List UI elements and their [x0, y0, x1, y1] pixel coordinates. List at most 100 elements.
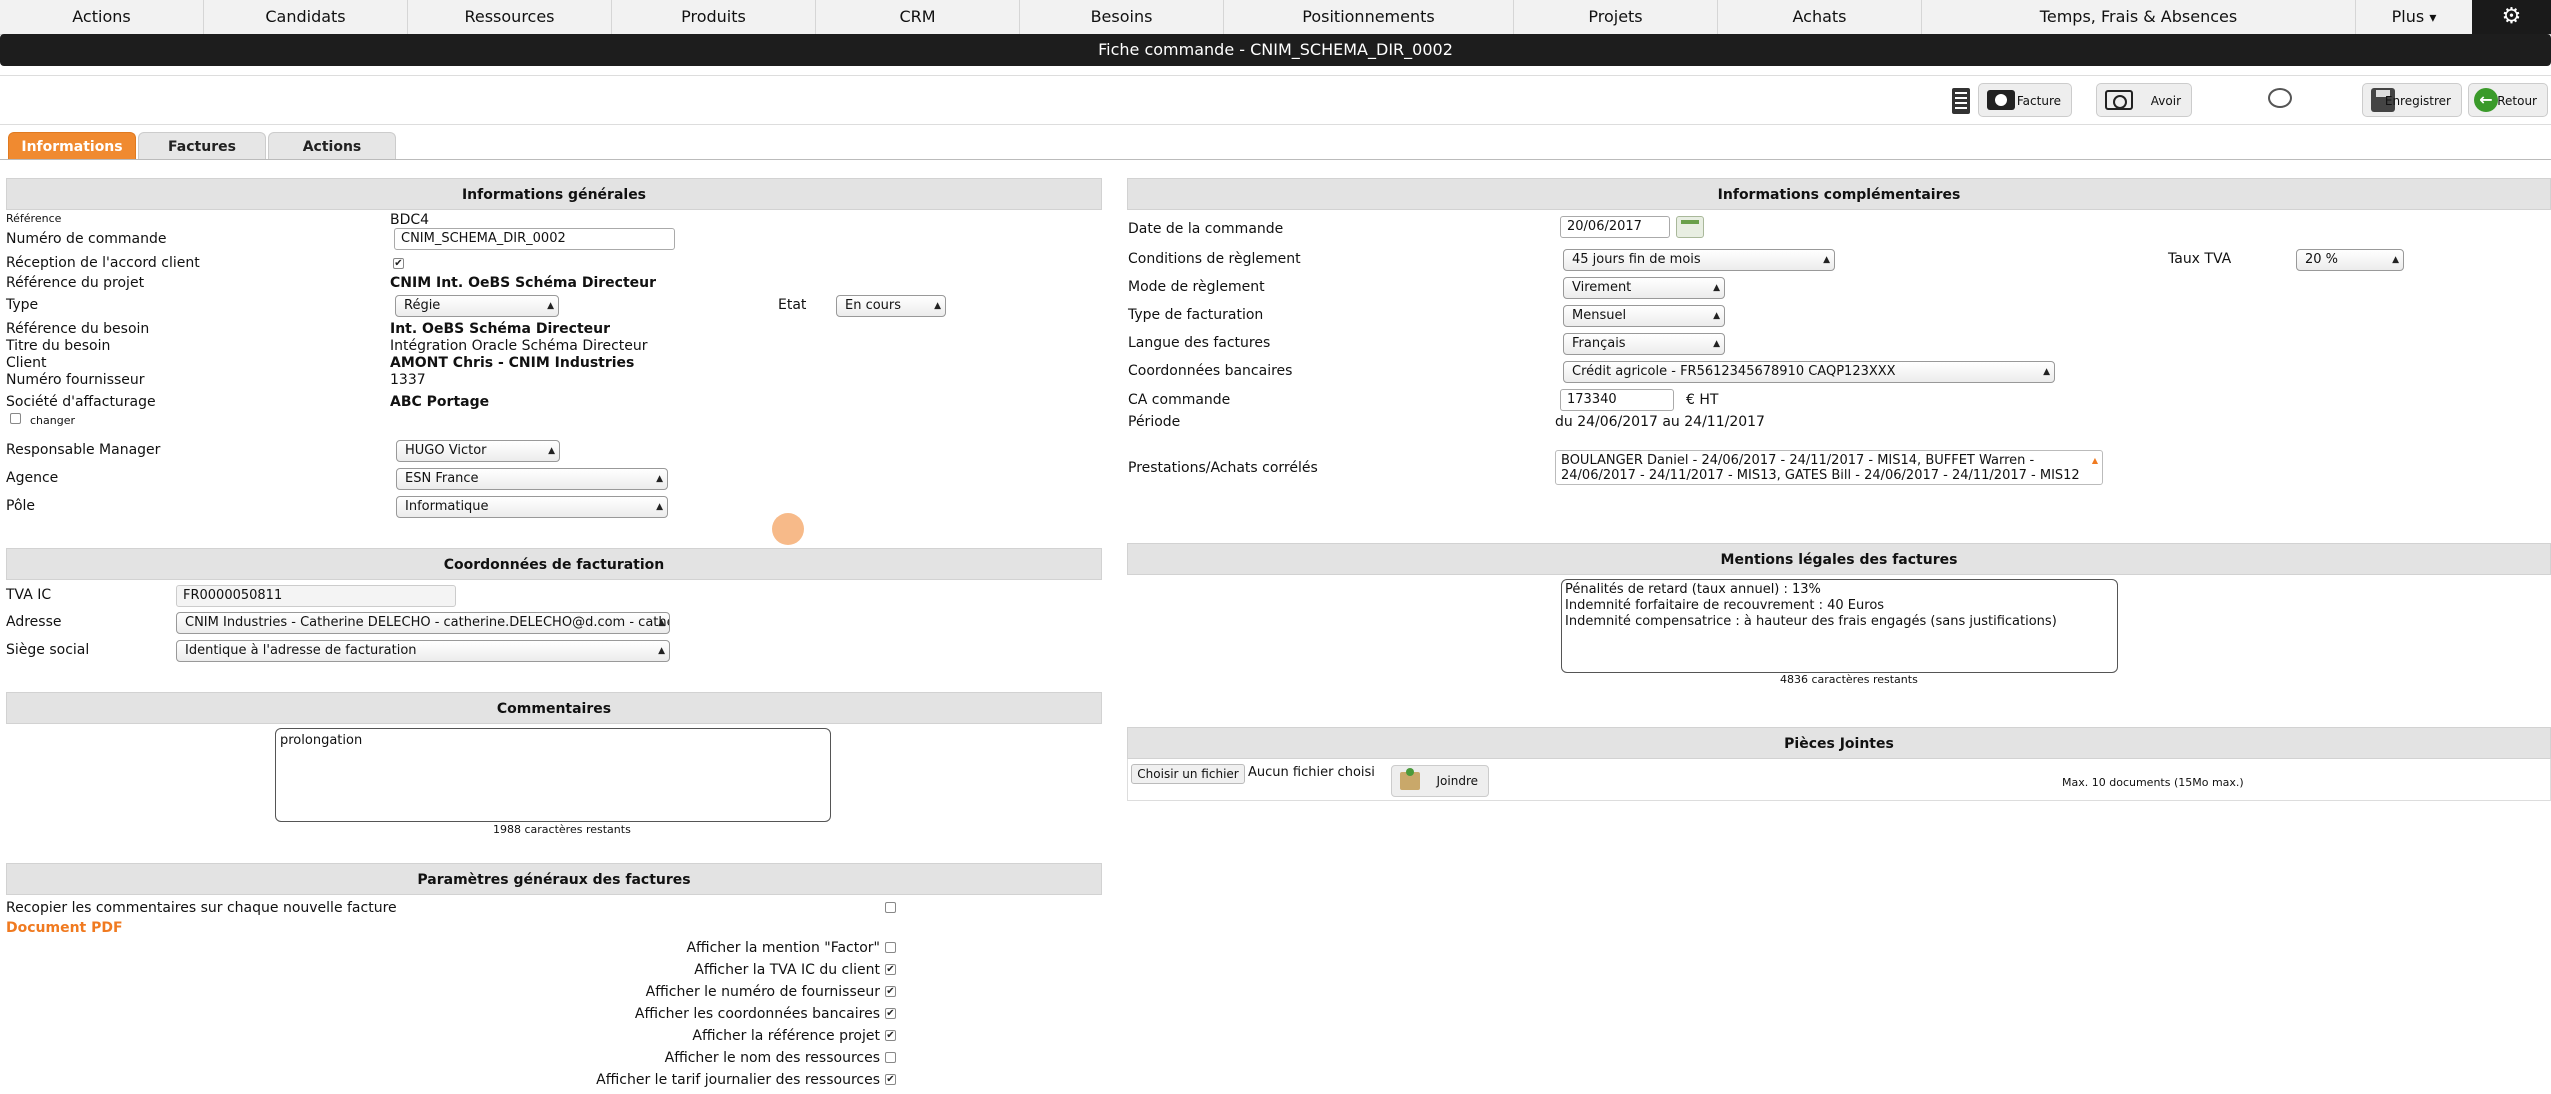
select-arrows-icon: ▲ — [658, 618, 665, 628]
client-value[interactable]: AMONT Chris - CNIM Industries — [390, 355, 634, 371]
conditions-select[interactable]: 45 jours fin de mois ▲ — [1563, 249, 1835, 271]
reception-accord-checkbox[interactable]: ✔ — [393, 258, 404, 269]
coord-bancaires-label: Coordonnées bancaires — [1128, 363, 1293, 379]
etat-select[interactable]: En cours ▲ — [836, 295, 946, 317]
top-nav: Actions Candidats Ressources Produits CR… — [0, 0, 2551, 35]
refund-icon — [2105, 90, 2133, 110]
back-arrow-icon: ← — [2474, 88, 2498, 112]
taux-tva-select[interactable]: 20 % ▲ — [2296, 249, 2404, 271]
mentions-section-header: Mentions légales des factures — [1127, 543, 2551, 575]
tab-actions[interactable]: Actions — [268, 132, 396, 160]
calendar-icon[interactable] — [1676, 216, 1704, 238]
nav-produits[interactable]: Produits — [612, 0, 816, 34]
ref-besoin-label: Référence du besoin — [6, 321, 150, 337]
no-file-label: Aucun fichier choisi — [1248, 765, 1375, 780]
select-arrows-icon: ▲ — [2091, 456, 2098, 465]
nav-plus[interactable]: Plus ▾ — [2356, 0, 2472, 34]
select-arrows-icon: ▲ — [1823, 255, 1830, 265]
nav-besoins[interactable]: Besoins — [1020, 0, 1224, 34]
facture-label: Facture — [2016, 94, 2061, 108]
tab-divider — [0, 159, 2551, 160]
prestations-multiselect[interactable]: BOULANGER Daniel - 24/06/2017 - 24/11/20… — [1555, 450, 2103, 485]
recopier-checkbox[interactable] — [885, 902, 896, 913]
pole-label: Pôle — [6, 498, 36, 514]
ref-besoin-value[interactable]: Int. OeBS Schéma Directeur — [390, 321, 610, 337]
tva-ic-input[interactable]: FR0000050811 — [176, 585, 456, 607]
numero-commande-input[interactable]: CNIM_SCHEMA_DIR_0002 — [394, 228, 675, 250]
option-tarif-label: Afficher le tarif journalier des ressour… — [596, 1072, 880, 1088]
titre-besoin-label: Titre du besoin — [6, 338, 111, 354]
ref-projet-value[interactable]: CNIM Int. OeBS Schéma Directeur — [390, 275, 656, 291]
general-section-header: Informations générales — [6, 178, 1102, 210]
option-fournisseur-label: Afficher le numéro de fournisseur — [645, 984, 880, 1000]
calculator-icon[interactable] — [1952, 88, 1970, 114]
reception-accord-label: Réception de l'accord client — [6, 255, 200, 271]
avoir-button[interactable]: Avoir — [2096, 83, 2192, 117]
option-tva-checkbox[interactable]: ✔ — [885, 964, 896, 975]
joindre-label: Joindre — [1436, 774, 1479, 788]
gear-icon[interactable]: ⚙ — [2472, 0, 2551, 34]
agence-select[interactable]: ESN France ▲ — [396, 468, 668, 490]
siege-social-select[interactable]: Identique à l'adresse de facturation ▲ — [176, 640, 670, 662]
siege-social-select-value: Identique à l'adresse de facturation — [185, 643, 417, 658]
chevron-down-icon: ▾ — [2429, 10, 2437, 26]
ca-commande-input[interactable]: 173340 — [1560, 389, 1674, 411]
nav-candidats[interactable]: Candidats — [204, 0, 408, 34]
pole-select-value: Informatique — [405, 499, 489, 514]
coord-bancaires-select-value: Crédit agricole - FR5612345678910 CAQP12… — [1572, 364, 1896, 379]
prestations-value: BOULANGER Daniel - 24/06/2017 - 24/11/20… — [1561, 453, 2080, 483]
option-coordonnees-checkbox[interactable]: ✔ — [885, 1008, 896, 1019]
enregistrer-label: Enregistrer — [2384, 94, 2451, 108]
type-facturation-select[interactable]: Mensuel ▲ — [1563, 305, 1725, 327]
nav-positionnements[interactable]: Positionnements — [1224, 0, 1514, 34]
nav-temps-frais[interactable]: Temps, Frais & Absences — [1922, 0, 2356, 34]
option-tarif-checkbox[interactable]: ✔ — [885, 1074, 896, 1085]
reference-label: Référence — [6, 212, 62, 225]
nav-actions[interactable]: Actions — [0, 0, 204, 34]
option-factor-checkbox[interactable] — [885, 942, 896, 953]
comment-icon[interactable] — [2268, 88, 2292, 108]
langue-label: Langue des factures — [1128, 335, 1271, 351]
adresse-select-value: CNIM Industries - Catherine DELECHO - ca… — [185, 615, 670, 630]
affacturage-value: ABC Portage — [390, 394, 490, 410]
taux-tva-select-value: 20 % — [2305, 252, 2339, 267]
retour-button[interactable]: ← Retour — [2468, 83, 2548, 117]
pole-select[interactable]: Informatique ▲ — [396, 496, 668, 518]
adresse-select[interactable]: CNIM Industries - Catherine DELECHO - ca… — [176, 612, 670, 634]
langue-select[interactable]: Français ▲ — [1563, 333, 1725, 355]
enregistrer-button[interactable]: Enregistrer — [2362, 83, 2462, 117]
tab-informations[interactable]: Informations — [8, 132, 136, 160]
mentions-textarea[interactable]: Pénalités de retard (taux annuel) : 13% … — [1561, 579, 2118, 673]
date-commande-input[interactable]: 20/06/2017 — [1560, 216, 1670, 238]
facture-button[interactable]: Facture — [1978, 83, 2072, 117]
choose-file-button[interactable]: Choisir un fichier — [1131, 764, 1245, 784]
nav-crm[interactable]: CRM — [816, 0, 1020, 34]
nav-ressources[interactable]: Ressources — [408, 0, 612, 34]
nav-projets[interactable]: Projets — [1514, 0, 1718, 34]
ca-commande-label: CA commande — [1128, 392, 1231, 408]
numero-fournisseur-value: 1337 — [390, 372, 426, 388]
joindre-button[interactable]: Joindre — [1391, 765, 1489, 797]
prestations-label: Prestations/Achats corrélés — [1128, 460, 1318, 476]
nav-plus-label: Plus — [2391, 7, 2425, 26]
option-ref-projet-label: Afficher la référence projet — [692, 1028, 880, 1044]
type-select[interactable]: Régie ▲ — [395, 295, 559, 317]
select-arrows-icon: ▲ — [1713, 283, 1720, 293]
manager-select[interactable]: HUGO Victor ▲ — [396, 440, 560, 462]
mode-reglement-select[interactable]: Virement ▲ — [1563, 277, 1725, 299]
complement-section-header: Informations complémentaires — [1127, 178, 2551, 210]
affacturage-label: Société d'affacturage — [6, 394, 156, 410]
option-ref-projet-checkbox[interactable]: ✔ — [885, 1030, 896, 1041]
mode-reglement-select-value: Virement — [1572, 280, 1632, 295]
changer-checkbox[interactable] — [10, 413, 21, 424]
manager-label: Responsable Manager — [6, 442, 161, 458]
option-fournisseur-checkbox[interactable]: ✔ — [885, 986, 896, 997]
date-commande-label: Date de la commande — [1128, 221, 1284, 237]
nav-achats[interactable]: Achats — [1718, 0, 1922, 34]
comments-textarea[interactable]: prolongation — [275, 728, 831, 822]
coord-bancaires-select[interactable]: Crédit agricole - FR5612345678910 CAQP12… — [1563, 361, 2055, 383]
select-arrows-icon: ▲ — [656, 502, 663, 512]
tab-factures[interactable]: Factures — [138, 132, 266, 160]
option-nom-ressources-checkbox[interactable] — [885, 1052, 896, 1063]
banknote-icon — [1987, 90, 2015, 110]
